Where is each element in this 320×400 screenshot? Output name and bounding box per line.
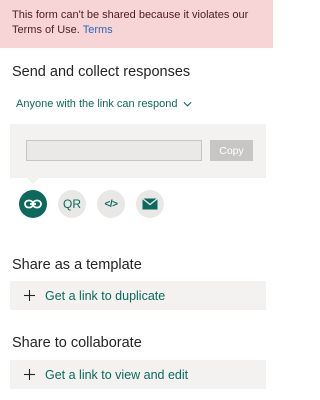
plus-icon [24, 369, 35, 380]
link-share-button[interactable] [19, 190, 47, 218]
terms-link[interactable]: Terms [83, 24, 113, 36]
email-share-button[interactable] [136, 190, 164, 218]
template-section-title: Share as a template [12, 257, 142, 273]
link-icon [24, 199, 42, 209]
banner-message: This form can't be shared because it vio… [12, 9, 249, 36]
audience-dropdown-label: Anyone with the link can respond [16, 98, 178, 110]
share-link-field[interactable] [26, 140, 202, 161]
collaborate-section-title: Share to collaborate [12, 335, 142, 351]
get-edit-link-label: Get a link to view and edit [45, 367, 189, 382]
copy-button[interactable]: Copy [210, 140, 253, 161]
embed-button[interactable]: </> [97, 190, 125, 218]
qr-code-button[interactable]: QR [58, 190, 86, 218]
share-link-panel: Copy [10, 124, 266, 178]
audience-dropdown[interactable]: Anyone with the link can respond [16, 98, 192, 110]
plus-icon [24, 290, 35, 301]
panel-pointer [27, 178, 39, 184]
get-duplicate-link-button[interactable]: Get a link to duplicate [10, 281, 266, 310]
send-section-title: Send and collect responses [12, 64, 191, 80]
embed-icon: </> [104, 198, 118, 210]
get-edit-link-button[interactable]: Get a link to view and edit [10, 360, 266, 389]
email-icon [142, 198, 158, 210]
qr-code-label: QR [63, 197, 81, 211]
policy-violation-banner: This form can't be shared because it vio… [0, 0, 273, 48]
get-duplicate-link-label: Get a link to duplicate [45, 288, 166, 303]
chevron-down-icon [183, 101, 192, 107]
